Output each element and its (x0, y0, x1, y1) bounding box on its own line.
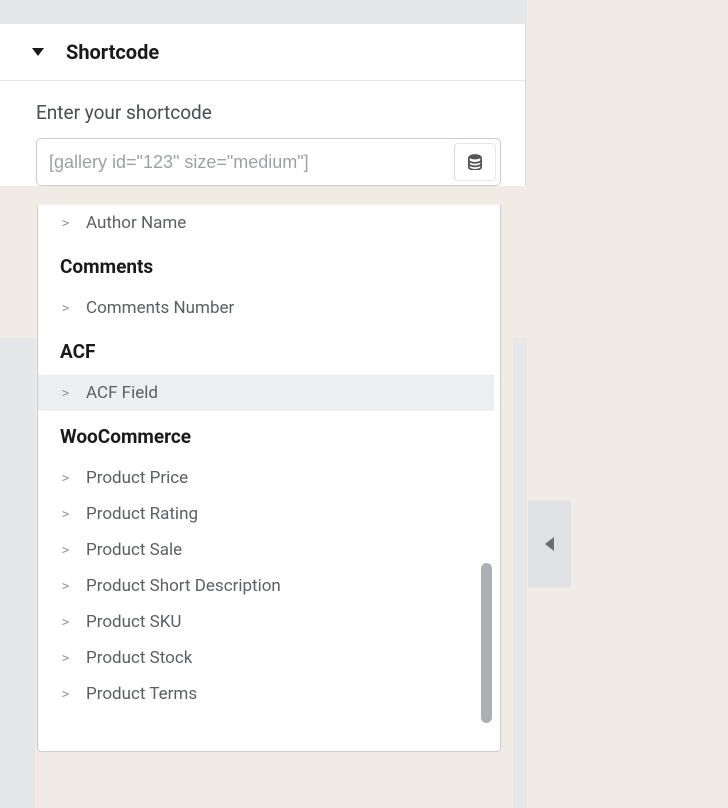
caret-down-icon (32, 48, 44, 56)
chevron-right-icon: > (62, 301, 72, 315)
shortcode-input-row (36, 138, 501, 186)
scrollbar-thumb[interactable] (481, 563, 492, 723)
database-icon (468, 154, 482, 170)
dropdown-item-label: ACF Field (86, 383, 158, 403)
dropdown-item-label: Product Terms (86, 684, 197, 704)
dropdown-item[interactable]: > Product Rating (38, 496, 494, 532)
panel-title: Shortcode (66, 40, 159, 64)
dynamic-tags-dropdown: >Author NameComments>Comments NumberACF>… (37, 205, 501, 752)
chevron-right-icon: > (62, 386, 72, 400)
chevron-left-icon (545, 537, 554, 551)
chevron-right-icon: > (62, 216, 72, 230)
dropdown-group-header: WooCommerce (38, 411, 494, 460)
dropdown-item[interactable]: > Product Sale (38, 532, 494, 568)
dropdown-item-label: Product SKU (86, 612, 181, 632)
chevron-right-icon: > (62, 543, 72, 557)
dropdown-item[interactable]: > Product Stock (38, 640, 494, 676)
panel-header[interactable]: Shortcode (0, 24, 525, 81)
chevron-right-icon: > (62, 471, 72, 485)
dropdown-group-header: Comments (38, 241, 494, 290)
top-bar (0, 0, 513, 24)
chevron-right-icon: > (62, 687, 72, 701)
shortcode-input[interactable] (37, 139, 454, 185)
dropdown-item[interactable]: > Author Name (38, 205, 494, 241)
dropdown-item-label: Product Stock (86, 648, 192, 668)
dropdown-item[interactable]: > ACF Field (38, 375, 494, 411)
shortcode-panel: Shortcode Enter your shortcode (0, 24, 526, 186)
gray-right-strip (513, 338, 527, 808)
chevron-right-icon: > (62, 579, 72, 593)
chevron-right-icon: > (62, 615, 72, 629)
dropdown-item-label: Comments Number (86, 298, 234, 318)
dropdown-item-label: Product Rating (86, 504, 198, 524)
dropdown-item-label: Product Short Description (86, 576, 281, 596)
chevron-right-icon: > (62, 651, 72, 665)
dropdown-scroll[interactable]: >Author NameComments>Comments NumberACF>… (38, 205, 500, 751)
dropdown-item[interactable]: > Product Short Description (38, 568, 494, 604)
dropdown-group-header: ACF (38, 326, 494, 375)
dropdown-item[interactable]: > Comments Number (38, 290, 494, 326)
dropdown-item[interactable]: > Product Terms (38, 676, 494, 712)
dropdown-item-label: Author Name (86, 213, 186, 233)
field-label: Enter your shortcode (36, 101, 501, 124)
dynamic-tags-button[interactable] (454, 143, 496, 181)
dropdown-item[interactable]: > Product SKU (38, 604, 494, 640)
collapse-panel-tab[interactable] (528, 501, 571, 587)
gray-strip (513, 0, 527, 24)
dropdown-item[interactable]: > Product Price (38, 460, 494, 496)
dropdown-item-label: Product Price (86, 468, 188, 488)
gray-left-strip (0, 338, 35, 808)
dropdown-item-label: Product Sale (86, 540, 182, 560)
chevron-right-icon: > (62, 507, 72, 521)
panel-body: Enter your shortcode (0, 81, 525, 186)
